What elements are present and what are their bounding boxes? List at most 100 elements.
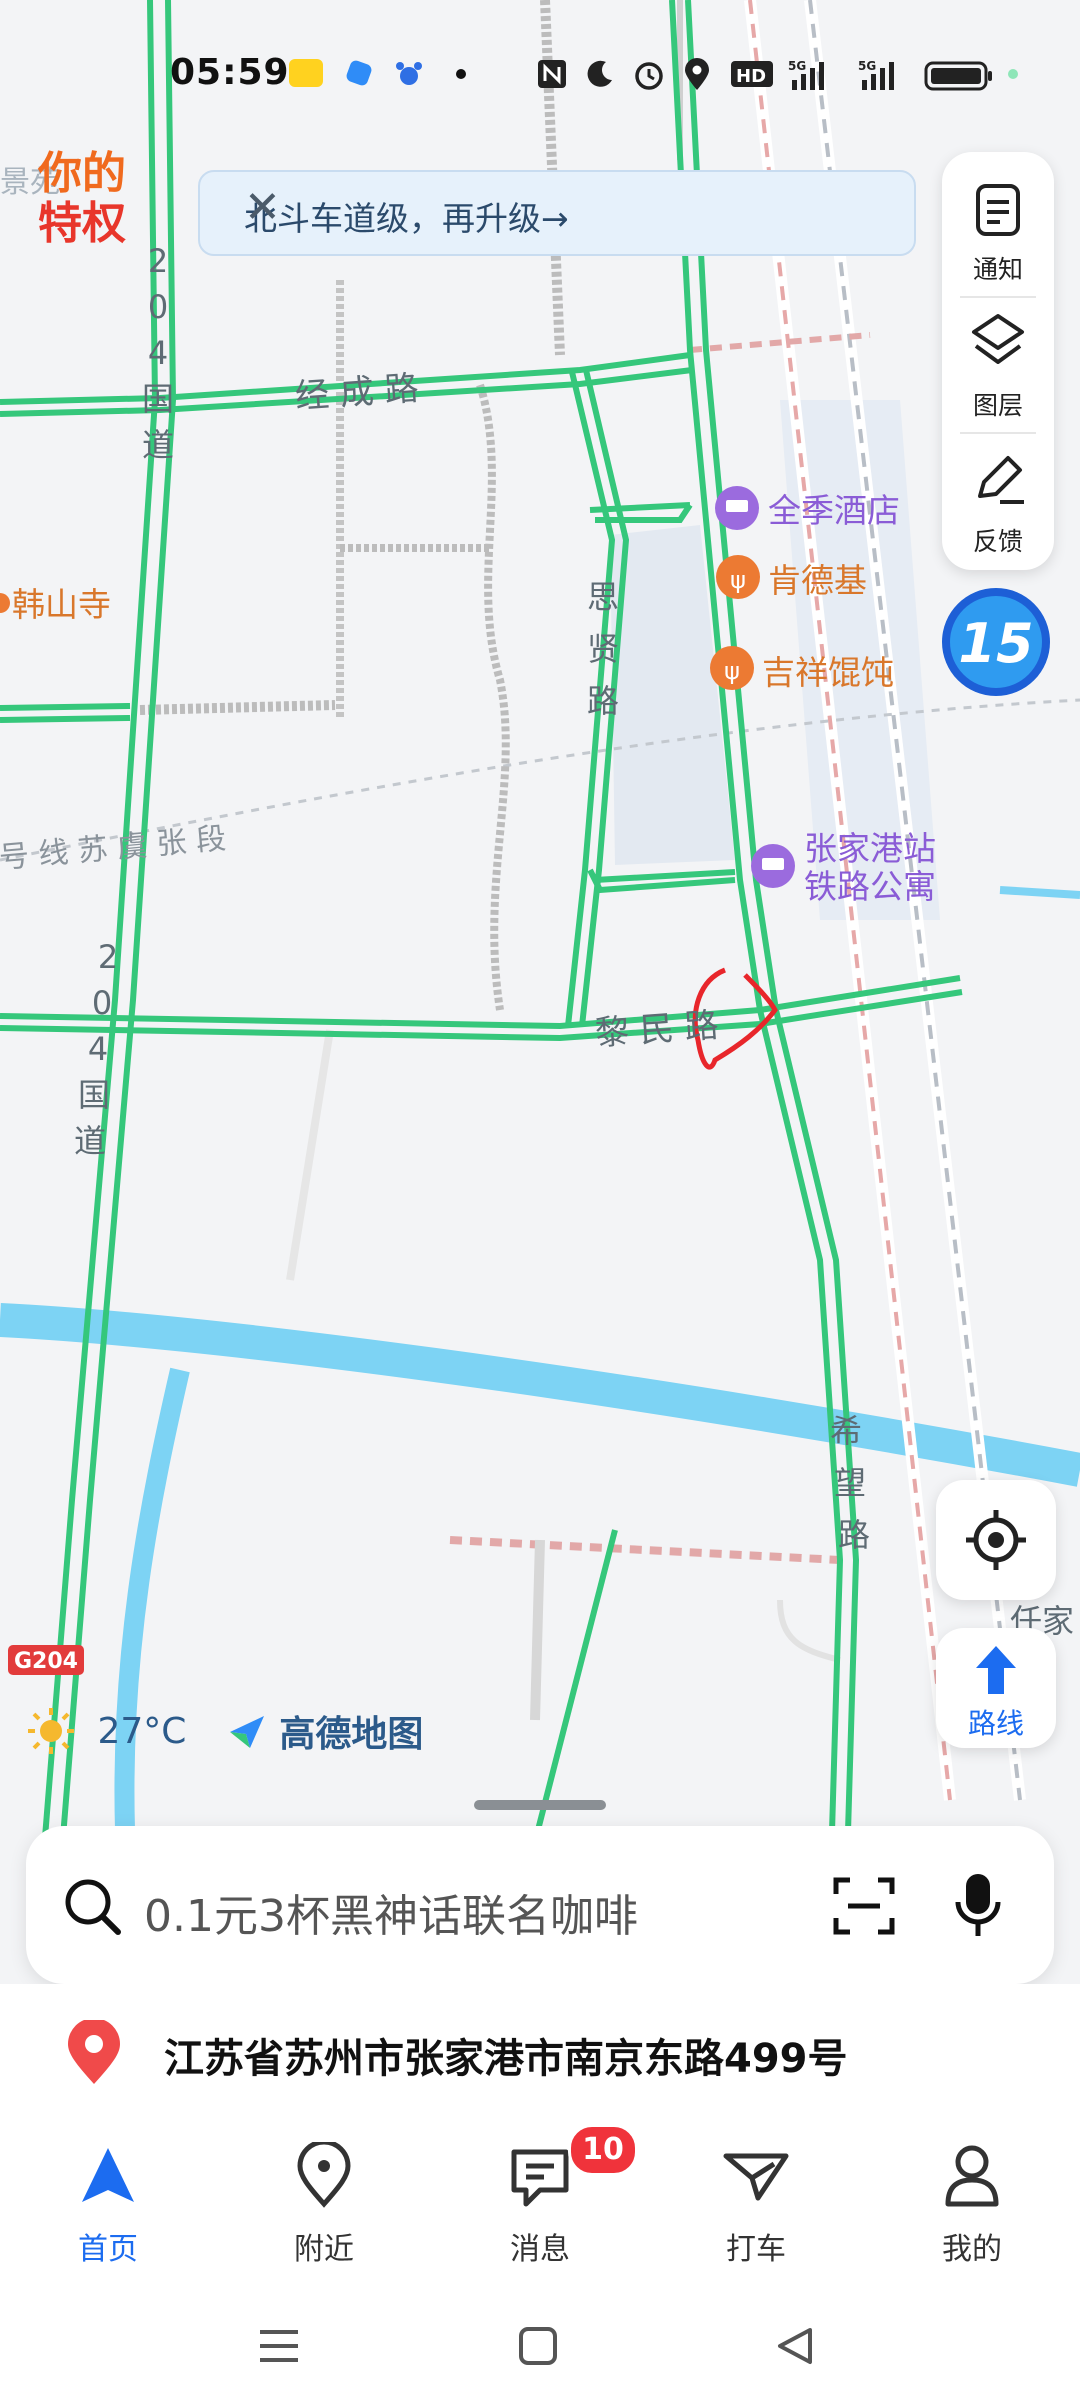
tab-taxi-label: 打车 [726, 2232, 786, 2267]
svg-text:你的: 你的 [37, 148, 126, 199]
alarm-icon [632, 58, 666, 100]
route-button[interactable]: 路线 [936, 1628, 1056, 1748]
home-square-nav-icon[interactable] [516, 2324, 560, 2368]
feedback-pencil-icon [978, 456, 1024, 504]
current-address: 江苏省苏州市张家港市南京东路499号 [164, 2036, 848, 2082]
svg-text:希: 希 [830, 1412, 862, 1450]
road-label-sixian: 思 贤 路 [587, 578, 619, 720]
tab-home-label: 首页 [78, 2232, 138, 2267]
svg-text:5G: 5G [788, 59, 806, 73]
svg-text:韩山寺: 韩山寺 [12, 585, 111, 624]
nfc-icon [536, 58, 568, 98]
meituan-notification-icon [288, 58, 324, 96]
notification-button[interactable]: 通知 [942, 162, 1054, 298]
svg-text:15: 15 [958, 612, 1033, 675]
tab-profile[interactable]: 我的 [864, 2116, 1080, 2286]
map-canvas[interactable]: 2 0 4 国 道 2 0 4 国 道 经 成 路 思 贤 路 黎 民 路 希 … [0, 0, 1080, 1900]
svg-text:4: 4 [88, 1030, 108, 1068]
taxi-icon [723, 2153, 789, 2201]
search-placeholder[interactable]: 0.1元3杯黑神话联名咖啡 [144, 1880, 638, 1944]
route-arrow-icon [976, 1646, 1016, 1694]
battery-icon [924, 58, 994, 100]
brand-name: 高德地图 [279, 1714, 424, 1755]
svg-text:特权: 特权 [38, 198, 126, 249]
svg-text:铁路公寓: 铁路公寓 [804, 867, 936, 906]
menu-nav-icon[interactable] [256, 2326, 302, 2366]
layers-label: 图层 [972, 391, 1023, 420]
back-nav-icon[interactable] [772, 2324, 816, 2368]
poi-jixiang-wonton[interactable]: ψ 吉祥馄饨 [710, 646, 894, 692]
locate-me-button[interactable] [936, 1480, 1056, 1600]
svg-text:0: 0 [148, 288, 168, 326]
profile-icon [945, 2145, 999, 2207]
tab-taxi[interactable]: 打车 [648, 2116, 864, 2286]
svg-text:望: 望 [834, 1464, 866, 1502]
hd-volte-icon: HD [730, 58, 774, 98]
sun-icon [28, 1708, 74, 1754]
message-count-badge: 10 [568, 2124, 638, 2176]
search-bar[interactable]: 0.1元3杯黑神话联名咖啡 [26, 1826, 1054, 1984]
svg-text:0: 0 [92, 984, 112, 1022]
svg-text:全季酒店: 全季酒店 [768, 491, 900, 530]
tab-messages-label: 消息 [510, 2232, 570, 2267]
current-location-row[interactable]: 江苏省苏州市张家港市南京东路499号 [0, 1984, 1080, 2116]
weather-brand-row: 27°C 高德地图 [26, 1705, 423, 1757]
svg-text:路: 路 [838, 1516, 870, 1554]
svg-text:国: 国 [142, 380, 174, 418]
home-nav-icon [82, 2148, 134, 2202]
layers-button[interactable]: 图层 [942, 298, 1054, 434]
svg-text:G204: G204 [14, 1649, 78, 1674]
charging-dot-icon [1006, 58, 1020, 96]
location-status-icon [682, 58, 712, 100]
tab-home[interactable]: 首页 [0, 2116, 216, 2286]
svg-text:道: 道 [74, 1122, 106, 1160]
poi-quanji-hotel[interactable]: 全季酒店 [715, 486, 900, 530]
bottom-tab-bar: 首页 附近 消息 打车 我的 [0, 2116, 1080, 2286]
map-side-panel: 通知 图层 反馈 [942, 152, 1054, 570]
svg-text:4: 4 [148, 334, 168, 372]
baidu-notification-icon [392, 58, 426, 96]
search-icon [65, 1879, 121, 1935]
notification-label: 通知 [972, 255, 1023, 284]
poi-kfc[interactable]: ψ 肯德基 [716, 555, 867, 600]
temperature: 27°C [97, 1710, 187, 1752]
svg-text:肯德基: 肯德基 [768, 561, 867, 600]
svg-text:吉祥馄饨: 吉祥馄饨 [762, 653, 894, 692]
anniversary-15-badge[interactable]: 15 [938, 584, 1054, 700]
tab-nearby-label: 附近 [294, 2232, 354, 2267]
route-label: 路线 [967, 1707, 1024, 1740]
svg-text:道: 道 [142, 426, 174, 464]
sheet-drag-handle[interactable] [474, 1800, 606, 1810]
signal-5g-sim2-icon: 5G [858, 58, 908, 100]
message-icon [511, 2149, 569, 2207]
svg-text:贤: 贤 [587, 630, 619, 668]
tab-profile-label: 我的 [942, 2232, 1002, 2267]
microphone-icon[interactable] [950, 1870, 1006, 1942]
notification-icon [976, 184, 1020, 236]
signal-5g-sim1-icon: 5G [788, 58, 838, 100]
svg-text:ψ: ψ [730, 566, 746, 594]
svg-text:5G: 5G [858, 59, 876, 73]
svg-text:2: 2 [98, 938, 118, 976]
crosshair-icon [966, 1510, 1026, 1570]
amap-logo-icon [229, 1716, 264, 1748]
feedback-button[interactable]: 反馈 [942, 434, 1054, 570]
nearby-pin-icon [297, 2142, 351, 2208]
svg-text:思: 思 [587, 578, 619, 616]
svg-text:HD: HD [736, 66, 766, 87]
poi-hanshan-temple[interactable]: 韩山寺 [0, 585, 111, 624]
svg-text:路: 路 [587, 682, 619, 720]
system-navigation-bar [0, 2286, 1080, 2400]
app-notification-icon [344, 58, 374, 96]
svg-text:2: 2 [148, 242, 168, 280]
beidou-promo-banner[interactable]: 北斗车道级，再升级→ ✕ [198, 170, 916, 256]
tab-nearby[interactable]: 附近 [216, 2116, 432, 2286]
layers-icon [972, 314, 1024, 364]
svg-text:ψ: ψ [724, 657, 740, 685]
more-notifications-dot-icon [454, 58, 468, 96]
status-time: 05:59 [170, 52, 290, 93]
scan-icon[interactable] [832, 1874, 896, 1938]
banner-close-button[interactable]: ✕ [244, 182, 890, 233]
svg-text:国: 国 [78, 1076, 110, 1114]
do-not-disturb-moon-icon [584, 58, 616, 98]
